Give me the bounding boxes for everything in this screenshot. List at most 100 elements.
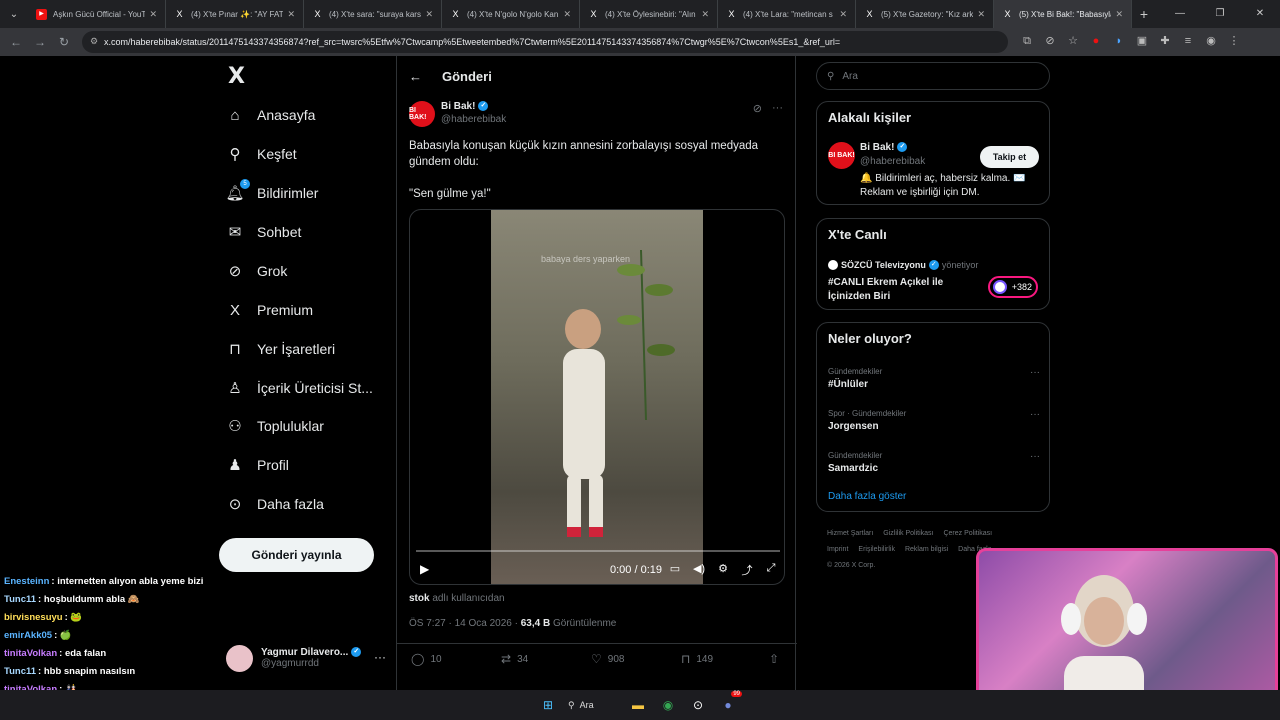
author-avatar[interactable]: BI BAK! xyxy=(409,101,435,127)
forward-icon[interactable]: → xyxy=(28,35,52,49)
browser-tab[interactable]: ▶ Aşkın Gücü Official - YouT ✕ xyxy=(28,0,166,28)
reload-icon[interactable]: ↻ xyxy=(52,35,76,49)
install-icon[interactable]: ⧉ xyxy=(1020,32,1034,50)
bookmark-button[interactable]: ⊓ 149 xyxy=(681,652,713,666)
windows-start-icon[interactable]: ⊞ xyxy=(538,695,558,715)
share-button[interactable]: ⇧ xyxy=(769,652,785,666)
reply-button[interactable]: ◯ 10 xyxy=(411,652,442,666)
more-icon[interactable]: ··· xyxy=(1030,409,1040,420)
close-window-icon[interactable]: ✕ xyxy=(1240,0,1280,28)
chat-username[interactable]: tinitaVolkan xyxy=(4,648,57,659)
trend-item[interactable]: Spor · Gündemdekiler Jorgensen ··· xyxy=(828,409,1040,432)
browser-tab[interactable]: X (5) X'te Gazetory: "Kız ark ✕ xyxy=(856,0,994,28)
follow-button[interactable]: Takip et xyxy=(980,146,1039,168)
footer-link[interactable]: Erişilebilirlik xyxy=(858,546,895,553)
minimize-icon[interactable]: — xyxy=(1160,0,1200,28)
discord-icon[interactable]: ● 99 xyxy=(718,691,742,715)
profile-icon[interactable]: ◉ xyxy=(1204,32,1218,50)
extension-shield-icon[interactable]: ▣ xyxy=(1135,32,1149,50)
close-tab-icon[interactable]: ✕ xyxy=(287,9,295,20)
source-user[interactable]: stok xyxy=(409,593,430,604)
more-icon[interactable]: ··· xyxy=(1030,451,1040,462)
tweet-timestamp[interactable]: ÖS 7:27 · 14 Oca 2026 · xyxy=(409,618,521,629)
nav-item-premium[interactable]: X Premium xyxy=(226,296,313,324)
live-listeners-badge[interactable]: +382 xyxy=(988,276,1038,298)
footer-link[interactable]: Imprint xyxy=(827,546,848,553)
search-input[interactable]: ⚲ Ara xyxy=(816,62,1050,90)
nav-item-yer-i-aretleri[interactable]: ⊓ Yer İşaretleri xyxy=(226,335,335,363)
chat-username[interactable]: Tunc11 xyxy=(4,594,36,605)
nav-item-daha-fazla[interactable]: ⊙ Daha fazla xyxy=(226,490,324,518)
extension-voice-icon[interactable]: ◗ xyxy=(1112,32,1126,50)
trend-item[interactable]: Gündemdekiler Samardzic ··· xyxy=(828,451,1040,474)
repost-button[interactable]: ⇄ 34 xyxy=(501,652,528,666)
puzzle-icon[interactable]: ✚ xyxy=(1158,32,1172,50)
chat-username[interactable]: emirAkk05 xyxy=(4,630,52,641)
more-icon[interactable]: ··· xyxy=(1030,367,1040,378)
play-icon[interactable]: ▶ xyxy=(420,562,429,576)
nav-item-sohbet[interactable]: ✉ Sohbet xyxy=(226,218,302,246)
tweet-author[interactable]: BI BAK! Bi Bak! ✓ @haberebibak xyxy=(409,101,506,127)
close-tab-icon[interactable]: ✕ xyxy=(701,9,709,20)
close-tab-icon[interactable]: ✕ xyxy=(563,9,571,20)
site-info-icon[interactable]: ⚙ xyxy=(90,36,98,47)
extension-red-icon[interactable]: ● xyxy=(1089,32,1103,50)
nav-item-ke-fet[interactable]: ⚲ Keşfet xyxy=(226,140,297,168)
pip-icon[interactable]: ⤴ xyxy=(740,562,754,578)
nav-item-grok[interactable]: ⊘ Grok xyxy=(226,257,288,285)
related-avatar[interactable]: BI BAK! xyxy=(828,142,855,169)
captions-icon[interactable]: ▭ xyxy=(668,562,682,578)
author-handle[interactable]: @haberebibak xyxy=(441,114,506,125)
browser-tab[interactable]: X (5) X'te Bi Bak!: "Babasıyla ✕ xyxy=(994,0,1132,28)
back-arrow-icon[interactable]: ← xyxy=(409,69,422,84)
star-icon[interactable]: ☆ xyxy=(1066,32,1080,50)
maximize-icon[interactable]: ❐ xyxy=(1200,0,1240,28)
url-field[interactable]: ⚙ x.com/haberebibak/status/2011475143374… xyxy=(82,31,1008,53)
browser-tab[interactable]: X (4) X'te Öylesinebiri: "Alın ✕ xyxy=(580,0,718,28)
trend-item[interactable]: Gündemdekiler #Ünlüler ··· xyxy=(828,367,1040,390)
close-tab-icon[interactable]: ✕ xyxy=(977,9,985,20)
x-logo-icon[interactable]: X xyxy=(228,64,245,89)
post-button[interactable]: Gönderi yayınla xyxy=(219,538,374,572)
live-source[interactable]: SÖZCÜ Televizyonu ✓ yönetiyor xyxy=(828,260,978,270)
file-explorer-icon[interactable]: ▬ xyxy=(628,695,648,715)
nav-item-bildirimler[interactable]: 🔔︎ 5 Bildirimler xyxy=(225,179,318,207)
author-name[interactable]: Bi Bak! xyxy=(441,101,475,112)
eye-off-icon[interactable]: ⊘ xyxy=(1043,32,1057,50)
video-progress-bar[interactable] xyxy=(416,550,780,552)
footer-link[interactable]: Reklam bilgisi xyxy=(905,546,948,553)
nav-item-topluluklar[interactable]: ⚇ Topluluklar xyxy=(226,412,324,440)
close-tab-icon[interactable]: ✕ xyxy=(425,9,433,20)
footer-link[interactable]: © 2026 X Corp. xyxy=(827,562,875,569)
nav-item-profil[interactable]: ♟ Profil xyxy=(226,451,289,479)
account-switcher[interactable]: Yagmur Dilavero... ✓ @yagmurrdd ··· xyxy=(226,642,386,674)
settings-icon[interactable]: ⚙ xyxy=(716,562,730,578)
chat-username[interactable]: Tunc11 xyxy=(4,666,36,677)
related-handle[interactable]: @haberebibak xyxy=(860,156,925,167)
browser-tab[interactable]: X (4) X'te sara: "suraya karsi ✕ xyxy=(304,0,442,28)
more-icon[interactable]: ··· xyxy=(772,102,783,115)
tab-search-icon[interactable]: ⌄ xyxy=(0,0,28,28)
app-icon[interactable]: ⊙ xyxy=(688,695,708,715)
chrome-icon[interactable]: ◉ xyxy=(658,695,678,715)
chat-username[interactable]: Enesteinn xyxy=(4,576,49,587)
back-icon[interactable]: ← xyxy=(4,35,28,49)
grok-icon[interactable]: ⊘ xyxy=(753,102,762,115)
footer-link[interactable]: Hizmet Şartları xyxy=(827,530,873,537)
chrome-menu-icon[interactable]: ⋮ xyxy=(1227,32,1241,50)
browser-tab[interactable]: X (4) X'te N'golo N'golo Kan ✕ xyxy=(442,0,580,28)
show-more-link[interactable]: Daha fazla göster xyxy=(828,491,906,502)
live-space-title[interactable]: #CANLI Ekrem Açıkel ile İçinizden Biri xyxy=(828,276,978,304)
related-name[interactable]: Bi Bak! xyxy=(860,142,894,153)
footer-link[interactable]: Gizlilik Politikası xyxy=(883,530,933,537)
footer-link[interactable]: Çerez Politikası xyxy=(943,530,992,537)
new-tab-button[interactable]: + xyxy=(1132,6,1156,22)
close-tab-icon[interactable]: ✕ xyxy=(1115,9,1123,20)
more-icon[interactable]: ··· xyxy=(374,650,386,664)
volume-icon[interactable]: ◀) xyxy=(692,562,706,578)
taskbar-search[interactable]: ⚲ Ara xyxy=(568,695,618,715)
browser-tab[interactable]: X (4) X'te Pınar ✨: "AY FATI ✕ xyxy=(166,0,304,28)
video-player[interactable]: babaya ders yaparken ▶ 0:00 / 0:19 ▭ ◀) … xyxy=(409,209,785,585)
chat-username[interactable]: birvisnesuyu xyxy=(4,612,63,623)
like-button[interactable]: ♡ 908 xyxy=(591,652,624,666)
